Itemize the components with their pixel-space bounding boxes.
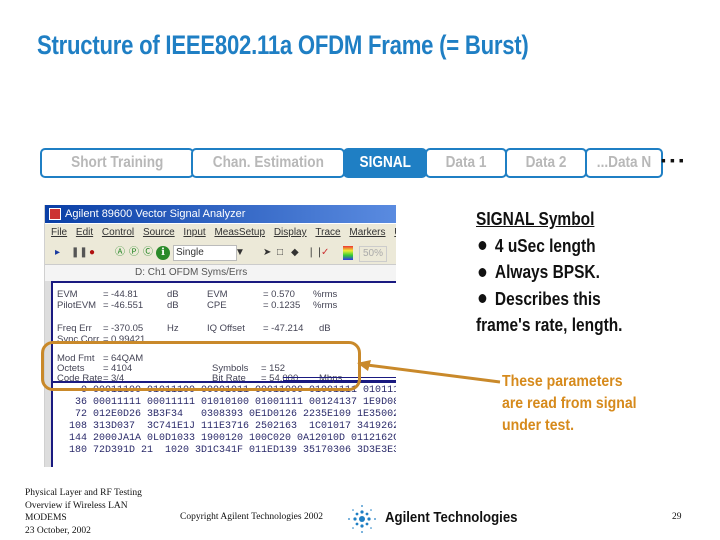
percent-field[interactable]: 50% bbox=[359, 246, 388, 262]
menu-file[interactable]: File bbox=[51, 227, 67, 238]
pointer-icon[interactable]: ➤ bbox=[263, 246, 271, 260]
hex-row: 180 72D391D 21 1020 3D1C341F 011ED139 35… bbox=[68, 445, 396, 456]
agilent-spark-logo-icon bbox=[348, 505, 376, 533]
check-icon[interactable]: ✓ bbox=[321, 246, 329, 260]
slide-title: Structure of IEEE802.11a OFDM Frame (= B… bbox=[37, 30, 529, 60]
vsa-title-bar: Agilent 89600 Vector Signal Analyzer bbox=[45, 205, 396, 223]
hex-row: 144 2000JA1A 0L0D1033 1900120 100C020 0A… bbox=[68, 433, 396, 444]
bullet-icon bbox=[478, 267, 487, 277]
highlight-bracket bbox=[41, 341, 361, 391]
vsa-window-title: Agilent 89600 Vector Signal Analyzer bbox=[65, 208, 246, 220]
single-icon[interactable]: ℹ bbox=[156, 246, 170, 260]
hex-row: 108 313D037 3C741E1J 111E3716 2502163 1C… bbox=[68, 421, 396, 432]
restart-c-icon[interactable]: Ⓒ bbox=[143, 246, 153, 260]
menu-trace[interactable]: Trace bbox=[315, 227, 340, 238]
pause-icon[interactable]: ❚❚ bbox=[71, 246, 88, 260]
hex-row: 36 00011111 00011111 01010100 01001111 0… bbox=[74, 397, 396, 408]
note-continuation: frame's rate, length. bbox=[476, 315, 623, 335]
menu-utilities[interactable]: Utilities bbox=[394, 227, 396, 238]
signal-symbol-notes: SIGNAL Symbol 4 uSec length Always BPSK.… bbox=[476, 206, 622, 339]
frame-segment-data-2: Data 2 bbox=[505, 148, 587, 178]
marker-icon[interactable]: ◆ bbox=[291, 246, 299, 260]
app-icon bbox=[49, 208, 61, 220]
menu-display[interactable]: Display bbox=[274, 227, 307, 238]
vsa-toolbar: ▸ ❚❚ ● Ⓐ Ⓟ Ⓒ ℹ Single ▼ ➤ □ ◆ ❘❘ ✓ 50% bbox=[45, 242, 396, 265]
page-number: 29 bbox=[672, 512, 682, 522]
trace-path: D: Ch1 OFDM Syms/Errs bbox=[45, 265, 396, 281]
bullet-icon bbox=[478, 294, 487, 304]
symbol-hex-table: 0 00011100 01011100 00001011 00011000 01… bbox=[51, 377, 396, 467]
record-icon[interactable]: ● bbox=[89, 246, 95, 260]
menu-input[interactable]: Input bbox=[183, 227, 205, 238]
vsa-screenshot: Agilent 89600 Vector Signal Analyzer Fil… bbox=[44, 205, 396, 467]
menu-source[interactable]: Source bbox=[143, 227, 175, 238]
menu-control[interactable]: Control bbox=[102, 227, 134, 238]
menu-meassetup[interactable]: MeasSetup bbox=[214, 227, 265, 238]
restart-b-icon[interactable]: Ⓟ bbox=[129, 246, 139, 260]
restart-a-icon[interactable]: Ⓐ bbox=[115, 246, 125, 260]
menu-markers[interactable]: Markers bbox=[349, 227, 385, 238]
menu-edit[interactable]: Edit bbox=[76, 227, 93, 238]
zoom-box-icon[interactable]: □ bbox=[277, 246, 283, 260]
note-bullet: Describes this bbox=[476, 286, 622, 313]
frame-segment-short-training: Short Training bbox=[40, 148, 194, 178]
frame-segment-chan-estimation: Chan. Estimation bbox=[191, 148, 345, 178]
frame-segment-signal: SIGNAL bbox=[343, 148, 427, 178]
vsa-menu-bar: File Edit Control Source Input MeasSetup… bbox=[45, 224, 396, 242]
mode-select[interactable]: Single bbox=[173, 245, 237, 261]
play-icon[interactable]: ▸ bbox=[55, 246, 60, 260]
frame-segment-data-1: Data 1 bbox=[425, 148, 507, 178]
footer-course-info: Physical Layer and RF Testing Overview i… bbox=[25, 488, 142, 536]
note-bullet: Always BPSK. bbox=[476, 259, 622, 286]
callout-arrow-icon bbox=[357, 360, 501, 384]
bullet-icon bbox=[478, 241, 487, 251]
frame-continuation-dots: ▪▪▪ bbox=[661, 152, 688, 168]
note-bullet: 4 uSec length bbox=[476, 233, 622, 260]
mode-dropdown-arrow-icon[interactable]: ▼ bbox=[235, 246, 245, 260]
frame-segment-data-n: ...Data N bbox=[585, 148, 663, 178]
hex-row: 72 012E0D26 3B3F34 0308393 0E1D0126 2235… bbox=[74, 409, 396, 420]
footer-copyright: Copyright Agilent Technologies 2002 bbox=[180, 512, 323, 522]
footer-brand: Agilent Technologies bbox=[385, 509, 518, 526]
notes-heading: SIGNAL Symbol bbox=[476, 209, 595, 229]
callout-text: These parameters are read from signal un… bbox=[502, 373, 637, 434]
color-scale-icon[interactable] bbox=[343, 246, 353, 260]
